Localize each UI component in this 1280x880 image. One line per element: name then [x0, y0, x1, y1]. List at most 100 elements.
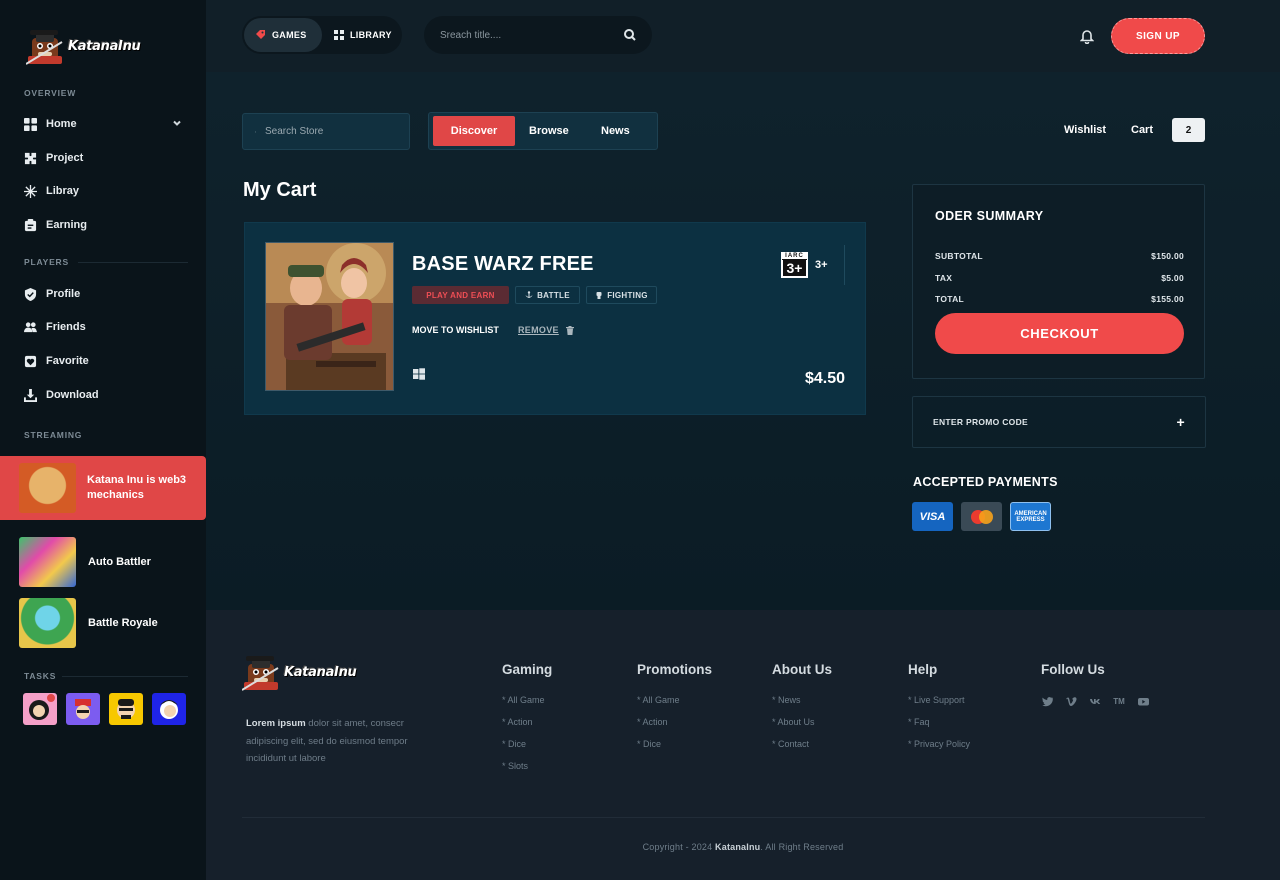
copyright-text: Copyright - 2024 — [642, 842, 716, 852]
sidebar: KatanaInu OVERVIEW Home Project Libray E… — [0, 0, 206, 880]
page-title: My Cart — [243, 179, 317, 201]
section-label-tasks: TASKS — [24, 671, 57, 681]
summary-title: ODER SUMMARY — [935, 209, 1044, 223]
remove-button[interactable]: REMOVE — [518, 325, 574, 335]
task-avatar-1[interactable] — [23, 693, 57, 725]
stream-item-katana[interactable]: Katana Inu is web3 mechanics — [0, 456, 206, 520]
footer-link[interactable]: * Action — [502, 717, 552, 727]
tab-news[interactable]: News — [601, 116, 630, 146]
move-to-wishlist-button[interactable]: MOVE TO WISHLIST — [412, 325, 499, 335]
sidebar-item-label: Download — [46, 389, 99, 401]
stream-item-auto-battler[interactable]: Auto Battler — [19, 537, 199, 587]
amex-icon: AMERICAN EXPRESS — [1010, 502, 1051, 531]
users-icon — [24, 321, 37, 332]
bell-icon[interactable] — [1079, 28, 1095, 45]
footer-col-title: Follow Us — [1041, 662, 1105, 677]
footer-col-title: Gaming — [502, 662, 553, 677]
footer-link[interactable]: * Action — [637, 717, 712, 727]
brand-logo[interactable]: KatanaInu — [25, 24, 141, 68]
cart-count-badge[interactable]: 2 — [1172, 118, 1205, 142]
sidebar-item-label: Project — [46, 152, 84, 164]
vk-icon[interactable] — [1089, 695, 1101, 707]
twitter-icon[interactable] — [1041, 695, 1053, 707]
task-list — [23, 693, 186, 725]
checkout-button[interactable]: CHECKOUT — [935, 313, 1184, 354]
summary-label: TAX — [935, 273, 953, 283]
youtube-icon[interactable] — [1137, 695, 1149, 707]
rating-label: 3+ — [815, 259, 828, 271]
main-content: Discover Browse News Wishlist Cart 2 My … — [206, 72, 1280, 610]
search-icon[interactable] — [624, 29, 636, 41]
task-avatar-4[interactable] — [152, 693, 186, 725]
sidebar-item-home[interactable]: Home — [24, 113, 184, 135]
tab-label: GAMES — [272, 30, 307, 40]
brand-wordmark: KatanaInu — [68, 38, 141, 54]
promo-code-toggle[interactable]: ENTER PROMO CODE + — [912, 396, 1206, 448]
footer-link[interactable]: * Dice — [637, 739, 712, 749]
windows-icon — [413, 367, 425, 380]
genre-tag-battle[interactable]: BATTLE — [515, 286, 580, 304]
sidebar-item-project[interactable]: Project — [24, 147, 184, 169]
cart-link[interactable]: Cart — [1131, 124, 1153, 136]
chevron-down-icon[interactable] — [172, 118, 182, 131]
section-label-players: PLAYERS — [24, 257, 69, 267]
footer-link[interactable]: * News — [772, 695, 832, 705]
summary-row-total: TOTAL $155.00 — [935, 294, 1184, 304]
task-avatar-3[interactable] — [109, 693, 143, 725]
footer-link[interactable]: * All Game — [637, 695, 712, 705]
tm-icon[interactable]: TM — [1113, 695, 1125, 707]
task-avatar-2[interactable] — [66, 693, 100, 725]
footer-col-gaming: Gaming * All Game * Action * Dice * Slot… — [502, 662, 552, 783]
sidebar-item-favorite[interactable]: Favorite — [24, 350, 184, 372]
sidebar-item-label: Friends — [46, 321, 86, 333]
sidebar-item-earning[interactable]: Earning — [24, 214, 184, 236]
payment-methods: VISA AMERICAN EXPRESS — [912, 502, 1051, 531]
stream-item-battle-royale[interactable]: Battle Royale — [19, 598, 199, 648]
genre-tag-play-and-earn[interactable]: PLAY AND EARN — [412, 286, 509, 304]
footer-col-title: Help — [908, 662, 938, 677]
stream-thumbnail — [19, 598, 76, 648]
footer-link[interactable]: * Privacy Policy — [908, 739, 970, 749]
wishlist-link[interactable]: Wishlist — [1064, 124, 1106, 136]
footer-link[interactable]: * Live Support — [908, 695, 970, 705]
stream-title: Battle Royale — [88, 616, 158, 629]
sign-up-button[interactable]: SIGN UP — [1111, 18, 1205, 54]
footer-link[interactable]: * Contact — [772, 739, 832, 749]
download-icon — [24, 388, 37, 402]
summary-value: $5.00 — [1161, 273, 1184, 283]
footer-link[interactable]: * Dice — [502, 739, 552, 749]
tab-games[interactable]: GAMES — [244, 18, 322, 52]
mastercard-icon — [961, 502, 1002, 531]
sidebar-item-label: Libray — [46, 185, 80, 197]
cart-item-card: BASE WARZ FREE PLAY AND EARN BATTLE FIGH… — [244, 222, 866, 415]
sidebar-item-library[interactable]: Libray — [24, 180, 184, 202]
footer-link[interactable]: * Slots — [502, 761, 552, 771]
search-icon[interactable] — [255, 126, 256, 138]
summary-label: TOTAL — [935, 294, 965, 304]
sidebar-item-friends[interactable]: Friends — [24, 316, 184, 338]
sidebar-item-download[interactable]: Download — [24, 384, 184, 406]
tab-library[interactable]: LIBRARY — [322, 18, 404, 52]
footer-link[interactable]: * About Us — [772, 717, 832, 727]
section-divider — [78, 262, 188, 263]
game-cover-image[interactable] — [265, 242, 394, 391]
tag-label: BATTLE — [537, 290, 570, 300]
tab-discover[interactable]: Discover — [433, 116, 515, 146]
footer-logo[interactable]: KatanaInu — [241, 650, 357, 694]
section-switcher: GAMES LIBRARY — [242, 16, 402, 54]
section-label-overview: OVERVIEW — [24, 88, 77, 98]
vimeo-icon[interactable] — [1065, 695, 1077, 707]
title-search-input[interactable] — [440, 29, 624, 41]
stream-title: Auto Battler — [88, 555, 151, 568]
genre-tag-fighting[interactable]: FIGHTING — [586, 286, 657, 304]
footer-link[interactable]: * All Game — [502, 695, 552, 705]
tag-label: FIGHTING — [607, 290, 648, 300]
tab-browse[interactable]: Browse — [529, 116, 569, 146]
payments-title: ACCEPTED PAYMENTS — [913, 475, 1058, 489]
item-price: $4.50 — [804, 370, 845, 387]
store-search-input[interactable] — [265, 126, 397, 137]
footer-link[interactable]: * Faq — [908, 717, 970, 727]
sidebar-item-profile[interactable]: Profile — [24, 283, 184, 305]
grid-icon — [334, 30, 344, 40]
plus-icon: + — [1176, 414, 1185, 430]
